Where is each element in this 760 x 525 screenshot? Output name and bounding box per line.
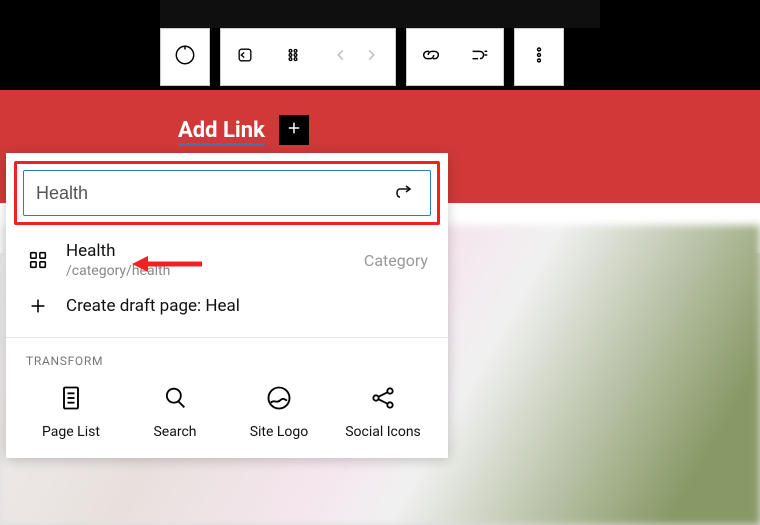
transform-site-logo[interactable]: Site Logo (234, 384, 324, 440)
select-parent-icon (235, 45, 255, 69)
transform-grid: Page List Search Site Logo Social Icons (26, 384, 428, 440)
result-text: Health /category/health (66, 241, 364, 279)
annotation-red-box (14, 161, 440, 225)
link-control-popover: Health /category/health Category Create … (6, 153, 448, 458)
search-result-item[interactable]: Health /category/health Category (6, 233, 448, 287)
more-group (514, 28, 564, 86)
share-icon (369, 384, 397, 416)
transform-label-text: Search (153, 424, 196, 440)
drag-handle-icon (283, 45, 303, 69)
site-logo-icon (265, 384, 293, 416)
enter-arrow-icon (394, 190, 418, 209)
create-draft-page-button[interactable]: Create draft page: Heal (6, 287, 448, 325)
result-type-label: Category (364, 251, 428, 270)
block-type-group (160, 28, 210, 86)
add-link-row: Add Link (178, 115, 309, 145)
select-parent-button[interactable] (221, 29, 269, 85)
search-icon (161, 384, 189, 416)
submenu-button[interactable] (455, 29, 503, 85)
search-field-wrap (23, 170, 431, 216)
create-draft-label: Create draft page: Heal (66, 296, 428, 316)
transform-label-text: Site Logo (250, 424, 309, 440)
drag-handle[interactable] (269, 29, 317, 85)
submit-url-button[interactable] (394, 181, 418, 205)
transform-label-text: Page List (42, 424, 100, 440)
plus-icon (26, 295, 50, 317)
result-title: Health (66, 241, 364, 261)
transform-search[interactable]: Search (130, 384, 220, 440)
chevron-right-icon (360, 44, 382, 70)
result-path: /category/health (66, 263, 364, 279)
submenu-icon (468, 44, 490, 70)
transform-page-list[interactable]: Page List (26, 384, 116, 440)
transform-section: TRANSFORM Page List Search Site Logo (6, 337, 448, 440)
transform-heading: TRANSFORM (26, 354, 428, 368)
block-toolbar (160, 28, 564, 86)
link-search-input[interactable] (36, 183, 394, 204)
link-group (406, 28, 504, 86)
add-link-label[interactable]: Add Link (178, 118, 265, 143)
move-right-button (347, 29, 395, 85)
compass-icon (174, 44, 196, 70)
link-button[interactable] (407, 29, 455, 85)
block-inserter-button[interactable] (279, 115, 309, 145)
more-options-button[interactable] (515, 29, 563, 85)
kebab-icon (528, 44, 550, 70)
transform-social-icons[interactable]: Social Icons (338, 384, 428, 440)
category-grid-icon (26, 249, 50, 271)
transform-label-text: Social Icons (345, 424, 421, 440)
page-list-icon (57, 384, 85, 416)
link-icon (420, 44, 442, 70)
block-type-button[interactable] (161, 29, 209, 85)
move-group (220, 28, 396, 86)
plus-icon (285, 119, 303, 141)
